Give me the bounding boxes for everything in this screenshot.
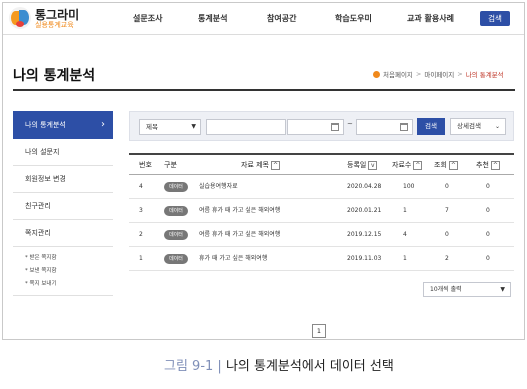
- nav-participation[interactable]: 참여공간: [267, 3, 296, 34]
- data-table: 번호 구분 자료 제목 ^ 등록일 v 자료수 ^ 조회 ^ 추천 ^ 4 데이터 실습용…: [129, 153, 514, 271]
- nav-teaching-cases[interactable]: 교과 활용사례: [407, 3, 454, 34]
- table-row[interactable]: 4 데이터 실습용여행자료 2020.04.28 100 0 0: [129, 175, 514, 199]
- cell-count: 1: [403, 255, 407, 262]
- nav-survey[interactable]: 설문조사: [133, 3, 162, 34]
- sidebar-submenu: * 받은 쪽지함 * 보낸 쪽지함 * 쪽지 보내기: [13, 247, 113, 296]
- top-header: 통그라미 실용통계교육 설문조사 통계분석 참여공간 학습도우미 교과 활용사례…: [3, 3, 524, 35]
- search-keyword-input[interactable]: [206, 119, 286, 135]
- cell-recommend: 0: [486, 231, 490, 238]
- cell-date: 2020.04.28: [347, 183, 382, 190]
- cell-views: 0: [445, 183, 449, 190]
- cell-date: 2019.12.15: [347, 231, 382, 238]
- col-header-title[interactable]: 자료 제목 ^: [241, 155, 280, 175]
- breadcrumb-home[interactable]: 처음페이지: [383, 69, 413, 79]
- app-window: 통그라미 실용통계교육 설문조사 통계분석 참여공간 학습도우미 교과 활용사례…: [2, 2, 525, 340]
- date-from-input[interactable]: [287, 119, 344, 135]
- logo-subtitle: 실용통계교육: [35, 21, 74, 29]
- cell-number: 3: [139, 207, 143, 214]
- page-button-current[interactable]: 1: [312, 324, 326, 338]
- calendar-icon[interactable]: [331, 123, 339, 131]
- breadcrumb-mypage[interactable]: 마이페이지: [424, 69, 454, 79]
- title-divider: [13, 89, 515, 91]
- cell-number: 4: [139, 183, 143, 190]
- category-badge: 데이터: [164, 254, 188, 264]
- cell-views: 0: [445, 231, 449, 238]
- nav-statistics[interactable]: 통계분석: [198, 3, 227, 34]
- sidebar-sub-inbox[interactable]: * 받은 쪽지함: [13, 252, 113, 265]
- breadcrumb: 처음페이지 > 마이페이지 > 나의 통계분석: [373, 69, 504, 79]
- search-bar: 제목 ▼ ~ 검색 상세검색 ⌄: [129, 111, 514, 141]
- site-logo[interactable]: 통그라미 실용통계교육: [9, 6, 99, 32]
- cell-number: 2: [139, 231, 143, 238]
- col-header-category: 구분: [164, 161, 177, 169]
- table-row[interactable]: 1 데이터 휴가 때 가고 싶은 해외여행 2019.11.03 1 2 0: [129, 247, 514, 271]
- cell-title[interactable]: 여름 휴가 때 가고 싶은 해외여행: [199, 199, 280, 223]
- cell-date: 2019.11.03: [347, 255, 382, 262]
- search-field-value: 제목: [146, 123, 158, 131]
- col-header-date[interactable]: 등록일 v: [347, 155, 378, 175]
- cell-date: 2020.01.21: [347, 207, 382, 214]
- cell-recommend: 0: [486, 183, 490, 190]
- sort-icon[interactable]: ^: [448, 160, 458, 170]
- sidebar-item-my-statistics[interactable]: 나의 통계분석 ›: [13, 111, 113, 139]
- sort-icon[interactable]: v: [368, 160, 378, 170]
- sidebar-item-label: 나의 통계분석: [25, 121, 66, 129]
- breadcrumb-separator: >: [457, 70, 463, 78]
- cell-number: 1: [139, 255, 143, 262]
- cell-title[interactable]: 실습용여행자료: [199, 175, 238, 199]
- sidebar-item-my-surveys[interactable]: 나의 설문지: [13, 139, 113, 166]
- header-search-button[interactable]: 검색: [480, 11, 510, 26]
- cell-count: 4: [403, 231, 407, 238]
- table-header: 번호 구분 자료 제목 ^ 등록일 v 자료수 ^ 조회 ^ 추천 ^: [129, 153, 514, 175]
- sort-icon[interactable]: ^: [271, 160, 280, 170]
- cell-recommend: 0: [486, 255, 490, 262]
- date-to-input[interactable]: [356, 119, 413, 135]
- sidebar: 나의 통계분석 › 나의 설문지 회원정보 변경 친구관리 쪽지관리 * 받은 …: [13, 111, 113, 296]
- per-page-select[interactable]: 10개씩 출력 ▼: [423, 282, 511, 297]
- sort-icon[interactable]: ^: [490, 160, 500, 170]
- category-badge: 데이터: [164, 230, 188, 240]
- advanced-search-button[interactable]: 상세검색 ⌄: [450, 118, 506, 135]
- col-header-recommend[interactable]: 추천 ^: [476, 155, 500, 175]
- search-button[interactable]: 검색: [417, 118, 445, 135]
- page-title: 나의 통계분석: [13, 68, 96, 84]
- nav-learning-help[interactable]: 학습도우미: [335, 3, 372, 34]
- cell-views: 2: [445, 255, 449, 262]
- sidebar-item-friends[interactable]: 친구관리: [13, 193, 113, 220]
- date-range-separator: ~: [347, 120, 353, 128]
- home-icon: [373, 70, 380, 78]
- chevron-right-icon: ›: [101, 119, 105, 130]
- sidebar-sub-sent[interactable]: * 보낸 쪽지함: [13, 265, 113, 278]
- breadcrumb-separator: >: [415, 70, 422, 78]
- cell-recommend: 0: [486, 207, 490, 214]
- advanced-search-label: 상세검색: [457, 122, 481, 130]
- figure-caption: 그림 9-1 | 나의 통계분석에서 데이터 선택: [164, 355, 394, 374]
- sidebar-item-messages[interactable]: 쪽지관리: [13, 220, 113, 247]
- breadcrumb-current: 나의 통계분석: [465, 71, 504, 79]
- col-header-count[interactable]: 자료수 ^: [392, 155, 423, 175]
- sidebar-item-member-info[interactable]: 회원정보 변경: [13, 166, 113, 193]
- calendar-icon[interactable]: [400, 123, 408, 131]
- logo-mark-icon: [9, 7, 31, 29]
- figure-text: 나의 통계분석에서 데이터 선택: [221, 359, 394, 374]
- cell-title[interactable]: 여름 휴가 때 가고 싶은 해외여행: [199, 223, 280, 247]
- dropdown-arrow-icon: ▼: [191, 123, 196, 130]
- category-badge: 데이터: [164, 206, 188, 216]
- sidebar-sub-compose[interactable]: * 쪽지 보내기: [13, 278, 113, 291]
- cell-title[interactable]: 휴가 때 가고 싶은 해외여행: [199, 247, 267, 271]
- chevron-down-icon: ⌄: [494, 123, 500, 130]
- search-field-select[interactable]: 제목 ▼: [139, 119, 201, 135]
- table-row[interactable]: 3 데이터 여름 휴가 때 가고 싶은 해외여행 2020.01.21 1 7 …: [129, 199, 514, 223]
- per-page-value: 10개씩 출력: [430, 286, 462, 293]
- cell-views: 7: [445, 207, 449, 214]
- dropdown-arrow-icon: ▼: [500, 286, 505, 293]
- col-header-views[interactable]: 조회 ^: [434, 155, 458, 175]
- cell-count: 1: [403, 207, 407, 214]
- cell-count: 100: [403, 183, 415, 190]
- col-header-number: 번호: [139, 161, 152, 169]
- table-row[interactable]: 2 데이터 여름 휴가 때 가고 싶은 해외여행 2019.12.15 4 0 …: [129, 223, 514, 247]
- figure-number: 그림 9-1 |: [164, 359, 222, 374]
- category-badge: 데이터: [164, 182, 188, 192]
- sort-icon[interactable]: ^: [413, 160, 423, 170]
